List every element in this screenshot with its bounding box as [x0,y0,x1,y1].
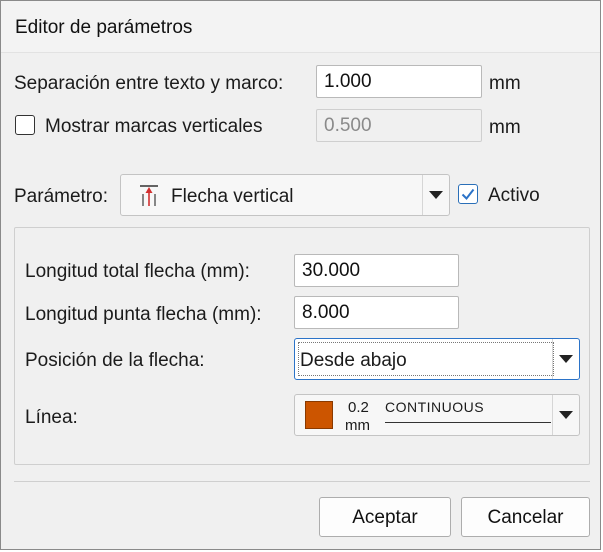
tip-length-label: Longitud punta flecha (mm): [25,304,262,325]
parameter-selected: Flecha vertical [171,186,294,207]
chevron-down-icon[interactable] [552,395,579,435]
separation-input[interactable] [316,65,482,98]
separation-unit: mm [489,73,521,94]
total-length-input[interactable] [294,254,459,287]
line-combo[interactable]: 0.2 mm CONTINUOUS [294,394,580,436]
line-color-swatch [305,401,333,429]
line-style-preview [385,422,551,423]
tip-length-input[interactable] [294,296,459,329]
checkmark-icon [461,188,475,201]
parameter-combo[interactable]: Flecha vertical [120,174,450,216]
focus-rect [298,342,554,376]
line-style-label: CONTINUOUS [385,399,485,415]
active-label: Activo [488,185,540,206]
separator [14,481,590,482]
arrow-position-label: Posición de la flecha: [25,350,205,371]
vertical-marks-label: Mostrar marcas verticales [45,116,263,137]
vertical-marks-input[interactable] [316,109,482,142]
active-checkbox[interactable] [458,184,478,204]
parameter-label: Parámetro: [14,186,108,207]
vertical-marks-unit: mm [489,117,521,138]
parameter-editor-dialog: Editor de parámetros Separación entre te… [0,0,601,550]
chevron-down-icon[interactable] [552,339,579,379]
cancel-button[interactable]: Cancelar [461,497,590,537]
separation-label: Separación entre texto y marco: [14,73,284,94]
vertical-arrow-icon [137,184,161,208]
arrow-position-combo[interactable]: Desde abajo [294,338,580,380]
chevron-down-icon[interactable] [422,175,449,215]
total-length-label: Longitud total flecha (mm): [25,261,250,282]
line-width-unit: mm [345,417,370,434]
window-title: Editor de parámetros [15,17,193,38]
accept-button[interactable]: Aceptar [319,497,451,537]
line-width-value: 0.2 [348,399,369,416]
line-label: Línea: [25,407,78,428]
vertical-marks-checkbox[interactable] [15,115,35,135]
title-bar[interactable]: Editor de parámetros [1,1,600,53]
